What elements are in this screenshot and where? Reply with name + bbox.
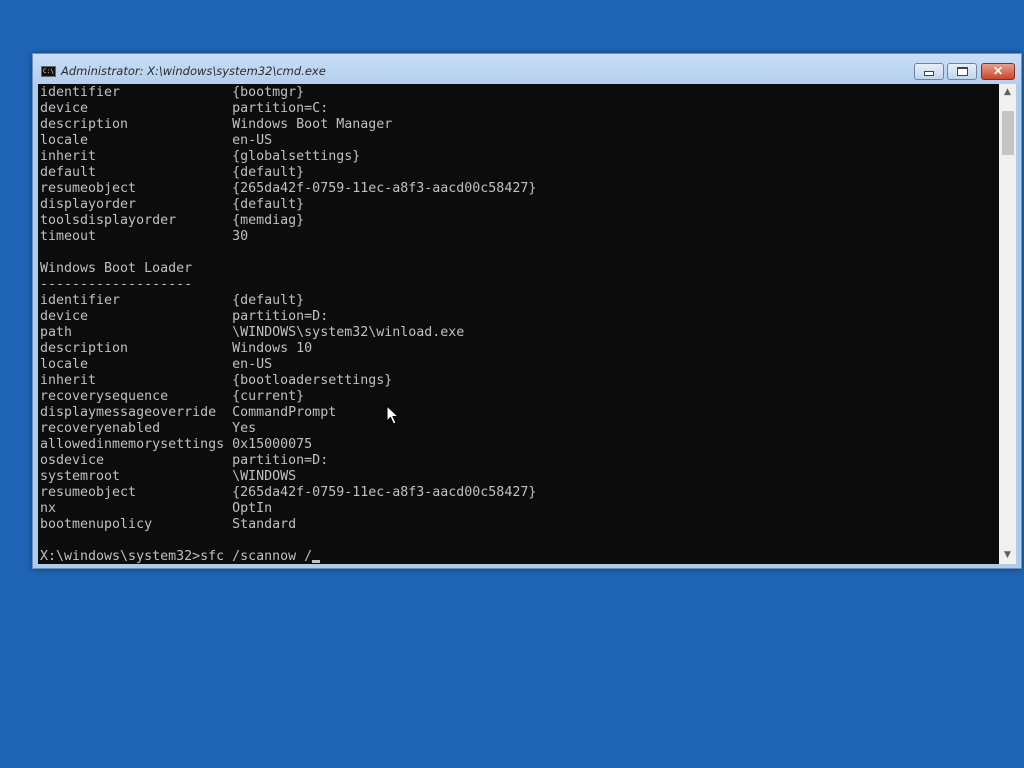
console-line: device partition=C:: [40, 101, 329, 116]
console-line: resumeobject {265da42f-0759-11ec-a8f3-aa…: [40, 485, 537, 500]
scroll-down-button[interactable]: ▼: [999, 547, 1016, 564]
cmd-icon: C:\: [41, 66, 56, 77]
console-line: allowedinmemorysettings 0x15000075: [40, 437, 313, 452]
console-output[interactable]: identifier {bootmgr} device partition=C: d…: [38, 84, 999, 564]
text-cursor: [312, 560, 321, 563]
console-line: path \WINDOWS\system32\winload.exe: [40, 325, 465, 340]
console-line: device partition=D:: [40, 309, 329, 324]
console-line: locale en-US: [40, 133, 273, 148]
mouse-pointer-icon: [386, 405, 400, 425]
console-line: inherit {globalsettings}: [40, 149, 361, 164]
console-line: nx OptIn: [40, 501, 273, 516]
console-line: bootmenupolicy Standard: [40, 517, 297, 532]
console-line: displayorder {default}: [40, 197, 305, 212]
maximize-icon: [956, 67, 968, 76]
title-bar[interactable]: C:\ Administrator: X:\windows\system32\c…: [33, 54, 1021, 84]
vertical-scrollbar[interactable]: ▲ ▼: [999, 84, 1016, 564]
window-title: Administrator: X:\windows\system32\cmd.e…: [61, 64, 326, 78]
console-line: resumeobject {265da42f-0759-11ec-a8f3-aa…: [40, 181, 537, 196]
chevron-up-icon: ▲: [1004, 87, 1011, 97]
console-line: description Windows 10: [40, 341, 313, 356]
scroll-up-button[interactable]: ▲: [999, 84, 1016, 101]
console-line: inherit {bootloadersettings}: [40, 373, 393, 388]
close-icon: ✕: [992, 64, 1004, 78]
console-line: recoveryenabled Yes: [40, 421, 257, 436]
maximize-button[interactable]: [947, 63, 977, 80]
console-line: timeout 30: [40, 229, 249, 244]
console-line: toolsdisplayorder {memdiag}: [40, 213, 305, 228]
minimize-icon: [924, 71, 934, 76]
console-line: recoverysequence {current}: [40, 389, 305, 404]
minimize-button[interactable]: [914, 63, 944, 80]
console-line: osdevice partition=D:: [40, 453, 329, 468]
console-line: systemroot \WINDOWS: [40, 469, 297, 484]
chevron-down-icon: ▼: [1004, 550, 1011, 560]
console-line: identifier {default}: [40, 293, 305, 308]
console-line: locale en-US: [40, 357, 273, 372]
console-line: identifier {bootmgr}: [40, 85, 305, 100]
console-line: description Windows Boot Manager: [40, 117, 393, 132]
command-prompt-line[interactable]: X:\windows\system32>sfc /scannow /: [40, 549, 321, 564]
console-line: -------------------: [40, 277, 193, 292]
console-line: default {default}: [40, 165, 305, 180]
scrollbar-thumb[interactable]: [1002, 111, 1014, 155]
close-button[interactable]: ✕: [981, 63, 1015, 80]
cmd-window[interactable]: C:\ Administrator: X:\windows\system32\c…: [32, 53, 1022, 569]
console-line: displaymessageoverride CommandPrompt: [40, 405, 337, 420]
desktop-background: C:\ Administrator: X:\windows\system32\c…: [0, 0, 1024, 768]
console-line: Windows Boot Loader: [40, 261, 193, 276]
